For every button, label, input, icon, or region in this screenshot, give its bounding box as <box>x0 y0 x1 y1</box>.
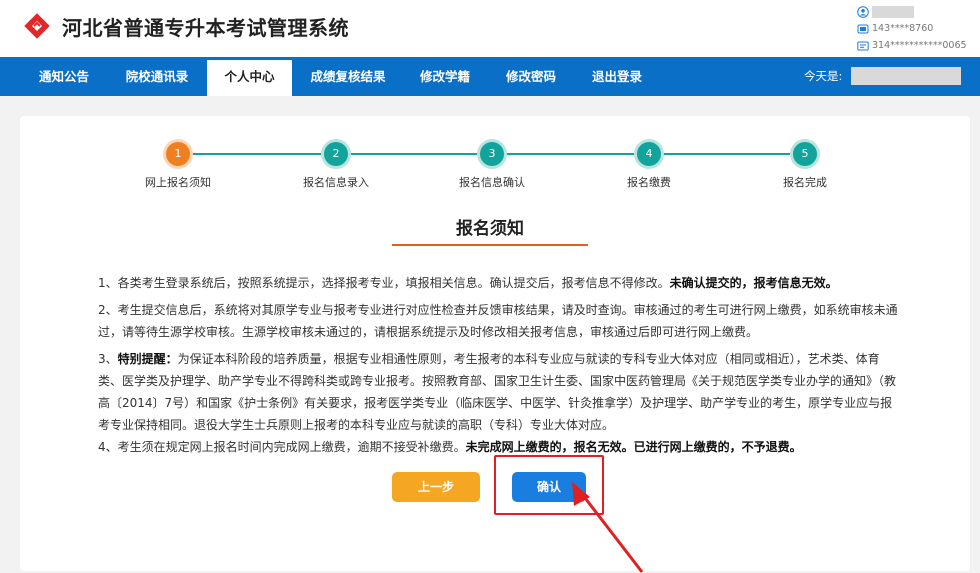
nav-item-personal-center[interactable]: 个人中心 <box>207 60 292 96</box>
user-id-number: 314***********0065 <box>872 40 967 51</box>
nav-item-directory[interactable]: 院校通讯录 <box>114 57 200 96</box>
user-icon <box>857 5 869 18</box>
notice-4-text: 4、考生须在规定网上报名时间内完成网上缴费，逾期不接受补缴费。 <box>98 440 466 454</box>
notice-3-prefix: 3、 <box>98 352 118 366</box>
app-title: 河北省普通专升本考试管理系统 <box>62 16 349 40</box>
user-phone: 143****8760 <box>872 23 934 34</box>
notice-3-bold: 特别提醒： <box>117 352 178 366</box>
step-3-label: 报名信息确认 <box>459 176 525 189</box>
main-nav: 通知公告 院校通讯录 个人中心 成绩复核结果 修改学籍 修改密码 退出登录 今天… <box>0 57 980 96</box>
nav-item-edit-enrollment[interactable]: 修改学籍 <box>408 57 482 96</box>
section-title: 报名须知 <box>456 219 524 239</box>
notice-2-text: 2、考生提交信息后，系统将对其原学专业与报考专业进行对应性检查并反馈审核结果，请… <box>98 303 898 339</box>
step-5-circle: 5 <box>793 142 817 166</box>
step-5-label: 报名完成 <box>783 176 827 189</box>
notice-2: 2、考生提交信息后，系统将对其原学专业与报考专业进行对应性检查并反馈审核结果，请… <box>98 299 898 343</box>
phone-icon <box>857 24 869 33</box>
step-4-label: 报名缴费 <box>627 176 671 189</box>
prev-step-button[interactable]: 上一步 <box>392 472 480 502</box>
step-3-circle: 3 <box>480 142 504 166</box>
id-card-icon <box>857 41 869 50</box>
step-2-circle: 2 <box>324 142 348 166</box>
notice-1-bold: 未确认提交的，报考信息无效。 <box>669 276 838 290</box>
title-underline <box>392 244 588 246</box>
nav-item-notices[interactable]: 通知公告 <box>23 57 105 96</box>
notice-3-text: 为保证本科阶段的培养质量，根据专业相通性原则，考生报考的本科专业应与就读的专科专… <box>98 352 897 432</box>
notice-1-text: 1、各类考生登录系统后，按照系统提示，选择报考专业，填报相关信息。确认提交后，报… <box>98 276 670 290</box>
step-4-circle: 4 <box>637 142 661 166</box>
annotation-arrow-icon <box>572 482 644 573</box>
app-header: 河北省普通专升本考试管理系统 143****8760 314**********… <box>0 0 980 57</box>
today-label: 今天是: <box>804 69 843 83</box>
step-1-circle: 1 <box>166 142 190 166</box>
notice-3: 3、特别提醒：为保证本科阶段的培养质量，根据专业相通性原则，考生报考的本科专业应… <box>98 348 898 436</box>
nav-item-logout[interactable]: 退出登录 <box>580 57 654 96</box>
notice-4-bold: 未完成网上缴费的，报名无效。已进行网上缴费的，不予退费。 <box>465 440 802 454</box>
today-date-redacted <box>851 67 961 85</box>
nav-item-score-review[interactable]: 成绩复核结果 <box>300 57 396 96</box>
notice-1: 1、各类考生登录系统后，按照系统提示，选择报考专业，填报相关信息。确认提交后，报… <box>98 272 898 294</box>
step-1-label: 网上报名须知 <box>145 176 211 189</box>
user-info: 143****8760 314***********0065 <box>857 3 975 54</box>
user-name-redacted <box>872 5 914 18</box>
logo-icon <box>24 13 50 39</box>
step-2-label: 报名信息录入 <box>303 176 369 189</box>
nav-item-change-password[interactable]: 修改密码 <box>494 57 568 96</box>
